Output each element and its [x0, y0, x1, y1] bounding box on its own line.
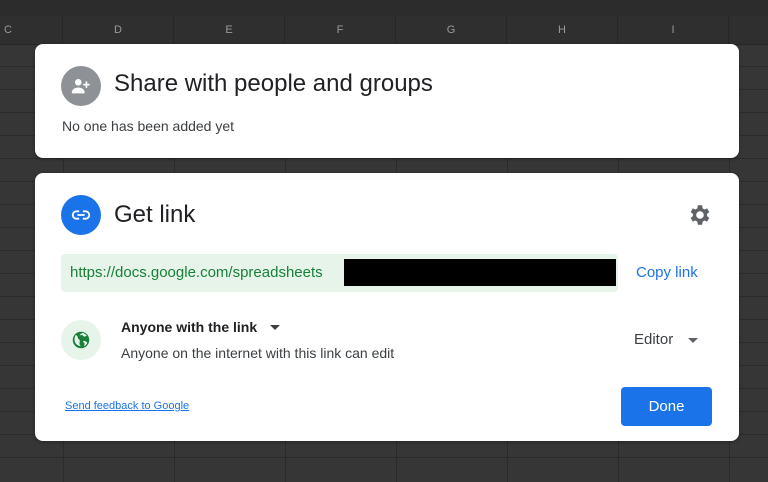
role-dropdown[interactable]: Editor [627, 327, 705, 353]
share-status-text: No one has been added yet [62, 118, 235, 134]
link-access-label: Anyone with the link [121, 319, 258, 335]
send-feedback-link[interactable]: Send feedback to Google [65, 400, 189, 412]
chevron-down-icon [688, 337, 699, 343]
column-header-f[interactable]: F [285, 16, 396, 44]
link-access-dropdown[interactable]: Anyone with the link [121, 315, 281, 339]
link-url-field[interactable]: https://docs.google.com/spreadsheets [61, 254, 618, 292]
link-url-text: https://docs.google.com/spreadsheets [70, 264, 323, 281]
column-header-h[interactable]: H [507, 16, 618, 44]
toolbar-strip [0, 0, 768, 16]
get-link-card: Get link https://docs.google.com/spreads… [35, 173, 739, 441]
person-add-icon [61, 66, 101, 106]
redacted-url-block [344, 259, 616, 286]
role-label: Editor [634, 331, 674, 348]
gear-icon[interactable] [686, 202, 712, 228]
done-button[interactable]: Done [621, 387, 712, 426]
grid-line [0, 457, 768, 458]
chevron-down-icon [270, 324, 281, 330]
copy-link-button[interactable]: Copy link [629, 259, 705, 287]
column-header-c[interactable]: C [0, 16, 63, 44]
column-header-g[interactable]: G [396, 16, 507, 44]
globe-icon [61, 320, 101, 360]
link-icon [61, 195, 101, 235]
column-header-e[interactable]: E [174, 16, 285, 44]
column-header-i[interactable]: I [618, 16, 729, 44]
share-title: Share with people and groups [114, 70, 433, 97]
share-with-people-card[interactable]: Share with people and groups No one has … [35, 44, 739, 158]
link-access-description: Anyone on the internet with this link ca… [121, 345, 395, 361]
column-header-d[interactable]: D [63, 16, 174, 44]
grid-line [0, 158, 768, 159]
get-link-title: Get link [114, 201, 196, 228]
